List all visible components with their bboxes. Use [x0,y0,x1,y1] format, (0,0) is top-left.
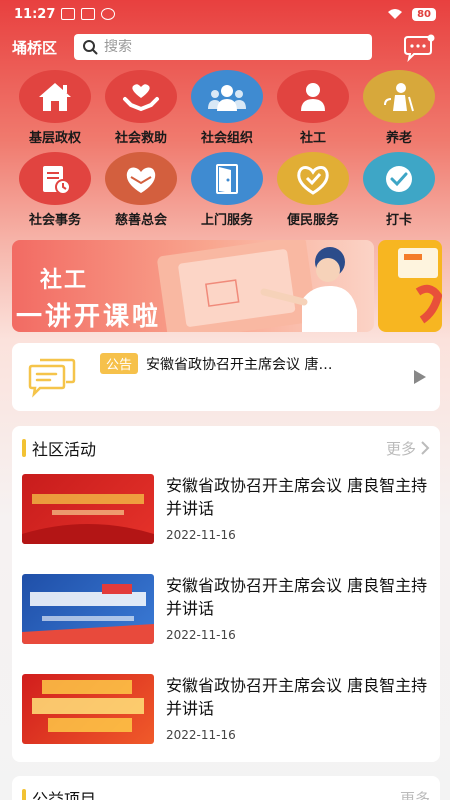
helping-hands-icon [105,70,177,123]
more-link[interactable]: 更多 [400,788,430,800]
section-header: 公益项目 更多 [12,776,440,800]
accent-bar [22,789,26,800]
section-header: 社区活动 更多 [12,426,440,470]
news-body: 安徽省政协召开主席会议 唐良智主持并讲话 2022-11-16 [166,674,428,770]
news-date: 2022-11-16 [166,728,236,742]
banner-text: 社工 一讲开课啦 [12,262,161,332]
wifi-icon [388,9,403,19]
chat-icon [404,34,435,63]
news-body: 安徽省政协召开主席会议 唐良智主持并讲话 2022-11-16 [166,474,428,570]
battery-indicator: 80 [412,7,436,21]
more-label: 更多 [399,789,430,800]
grid-label: 社工 [299,131,326,146]
person-icon [277,70,349,123]
notification-icon [61,8,76,20]
news-title: 安徽省政协召开主席会议 唐良智主持并讲话 [166,576,428,618]
red-banner-thumb [22,474,154,544]
heart-hands-icon [105,152,177,205]
door-icon [191,152,263,205]
more-link[interactable]: 更多 [386,438,430,459]
grid-item-social-worker[interactable]: 社工 [270,70,356,146]
grid-item-convenience[interactable]: 便民服务 [270,152,356,228]
notice-bar[interactable]: 公告 安徽省政协召开主席会议 唐… [12,343,440,411]
location-selector[interactable]: 埇桥区 [12,37,74,58]
grid-item-charity[interactable]: 慈善总会 [98,152,184,228]
announcement-icon [28,358,76,398]
accent-bar [22,439,26,457]
grid-label: 慈善总会 [114,213,167,228]
heart-badge-icon [277,152,349,205]
status-bar: 11:27 80 [0,0,450,28]
banner-line2: 一讲开课啦 [16,302,162,332]
news-title: 安徽省政协召开主席会议 唐良智主持并讲话 [166,476,428,518]
community-activities-section: 社区活动 更多 安徽省政协召开主席会议 唐良智主持并讲话 2022-11-16 … [12,426,440,762]
news-date: 2022-11-16 [166,628,236,642]
promo-banner[interactable]: 社工 一讲开课啦 [12,240,374,332]
promo-banner-next[interactable] [378,240,442,332]
group-icon [191,70,263,123]
blue-banner-thumb [22,574,154,644]
grid-label: 社会组织 [200,131,253,146]
grid-label: 打卡 [385,213,412,228]
notification-icon [81,8,96,20]
grid-item-home-service[interactable]: 上门服务 [184,152,270,228]
elderly-icon [363,70,435,123]
grid-item-grassroots[interactable]: 基层政权 [12,70,98,146]
charity-projects-section: 公益项目 更多 [12,776,440,800]
more-label: 更多 [385,439,416,458]
check-icon [363,152,435,205]
party-banner-thumb [22,674,154,744]
grid-item-social-org[interactable]: 社会组织 [184,70,270,146]
play-icon[interactable] [414,370,426,384]
search-input[interactable] [104,39,344,55]
grid-label: 上门服务 [200,213,253,228]
grid-item-elderly-care[interactable]: 养老 [356,70,442,146]
grid-item-social-aid[interactable]: 社会救助 [98,70,184,146]
notification-icon [101,8,116,20]
status-time: 11:27 [14,6,56,22]
section-title: 社区活动 [32,440,97,459]
chevron-right-icon [421,441,430,455]
message-button[interactable] [402,32,436,63]
grid-item-social-affairs[interactable]: 社会事务 [12,152,98,228]
news-title: 安徽省政协召开主席会议 唐良智主持并讲话 [166,676,428,718]
news-date: 2022-11-16 [166,528,236,542]
house-icon [19,70,91,123]
list-item[interactable]: 安徽省政协召开主席会议 唐良智主持并讲话 2022-11-16 [12,670,440,770]
search-box[interactable] [74,34,372,60]
banner-line1: 社工 [40,268,89,293]
list-item[interactable]: 安徽省政协召开主席会议 唐良智主持并讲话 2022-11-16 [12,470,440,570]
grid-label: 社会事务 [28,213,81,228]
grid-label: 便民服务 [286,213,339,228]
news-body: 安徽省政协召开主席会议 唐良智主持并讲话 2022-11-16 [166,574,428,670]
grid-item-check-in[interactable]: 打卡 [356,152,442,228]
header: 埇桥区 [0,32,450,63]
feature-grid: 基层政权 社会救助 社会组织 社工 养老 社会事务 慈善总会 上门服务 便民服务… [12,70,442,228]
grid-label: 社会救助 [114,131,167,146]
banner-illustration [398,248,442,324]
notice-text[interactable]: 安徽省政协召开主席会议 唐… [146,354,376,374]
list-item[interactable]: 安徽省政协召开主席会议 唐良智主持并讲话 2022-11-16 [12,570,440,670]
section-title: 公益项目 [32,790,97,800]
notice-tag: 公告 [100,353,139,374]
document-clock-icon [19,152,91,205]
search-icon [83,40,98,55]
grid-label: 养老 [385,131,412,146]
grid-label: 基层政权 [28,131,81,146]
